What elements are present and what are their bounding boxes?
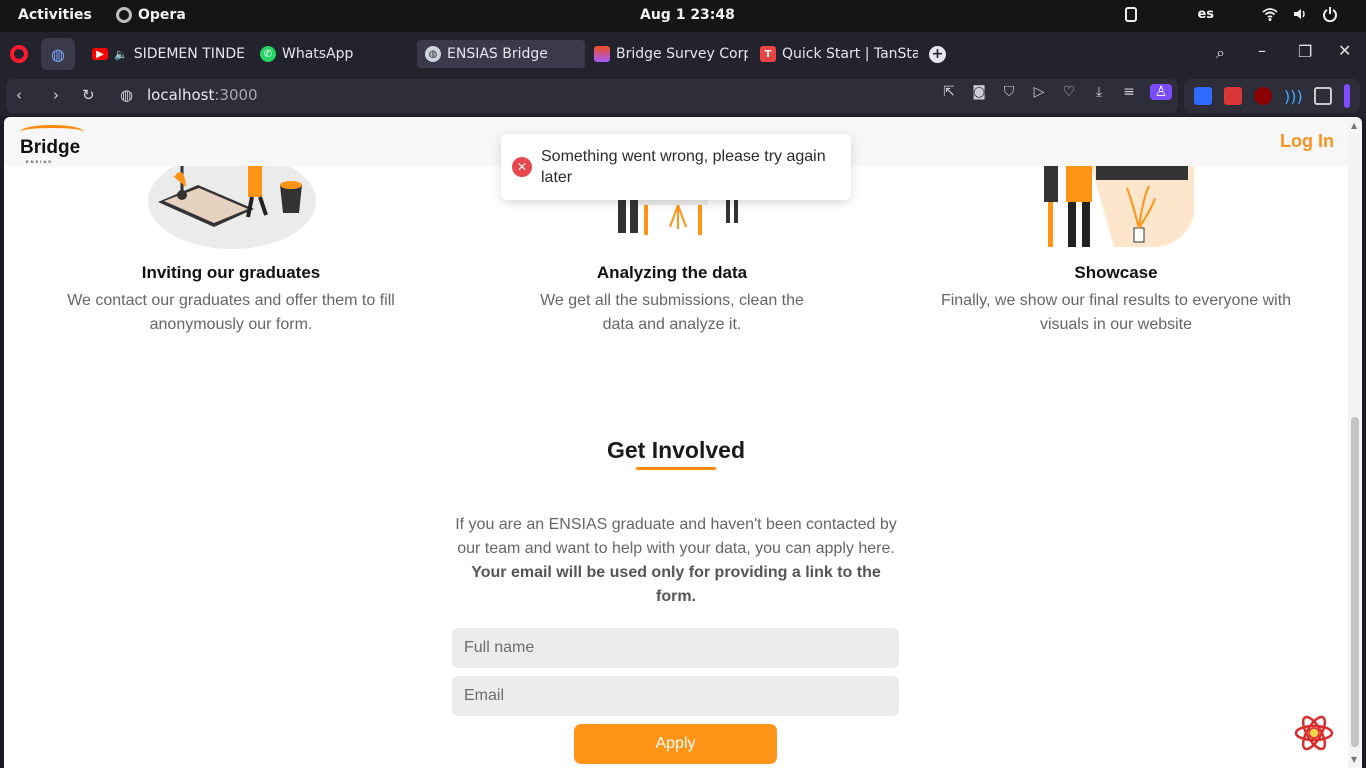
step-inviting: Inviting our graduates We contact our gr…: [31, 263, 431, 337]
email-input[interactable]: [452, 676, 899, 716]
keyboard-layout[interactable]: es: [1197, 7, 1214, 22]
step-title: Analyzing the data: [596, 263, 748, 282]
send-icon[interactable]: ▷: [1030, 84, 1048, 100]
tab-title: Quick Start | TanStac: [782, 46, 918, 62]
url-text[interactable]: localhost:3000: [147, 86, 258, 104]
logo-text: Bridge: [20, 137, 81, 158]
tab-title: ENSIAS Bridge: [447, 46, 548, 62]
sidebar-toggle[interactable]: [1344, 84, 1350, 108]
apply-button[interactable]: Apply: [574, 724, 777, 764]
shield-icon[interactable]: ⛉: [1000, 84, 1018, 100]
power-icon[interactable]: [1322, 6, 1338, 22]
clock[interactable]: Aug 1 23:48: [640, 7, 735, 23]
step-analyzing: Analyzing the data We get all the submis…: [472, 263, 872, 337]
browser-tab-strip: ▶ 🔈 SIDEMEN TINDER ✆ WhatsApp ◍ ENSIAS B…: [0, 32, 1366, 76]
toast-message: Something went wrong, please try again l…: [541, 148, 826, 186]
showcase-illustration: [1044, 162, 1195, 248]
logo-arc: [20, 125, 84, 139]
speaker-icon[interactable]: 🔈: [114, 48, 128, 61]
step-description: Finally, we show our final results to ev…: [940, 292, 1292, 333]
site-info-globe-icon[interactable]: ◍: [120, 86, 133, 104]
app-name: Opera: [138, 7, 186, 23]
intro-text: If you are an ENSIAS graduate and haven'…: [455, 516, 897, 557]
search-tabs-icon[interactable]: ⌕: [1216, 43, 1225, 63]
maximize-icon[interactable]: ❐: [1298, 42, 1312, 61]
profile-icon[interactable]: ♙: [1150, 84, 1172, 100]
login-link[interactable]: Log In: [1280, 131, 1334, 152]
heart-icon[interactable]: ♡: [1060, 84, 1078, 100]
workspace-globe-icon[interactable]: ◍: [41, 38, 75, 70]
whatsapp-icon: ✆: [260, 46, 276, 62]
page-scrollbar[interactable]: ▲ ▼: [1348, 117, 1362, 768]
new-tab-plus-icon[interactable]: +: [929, 46, 946, 63]
clipboard-icon[interactable]: [1123, 6, 1139, 22]
scroll-down-icon[interactable]: ▼: [1351, 755, 1357, 764]
intro-bold-text: Your email will be used only for providi…: [471, 564, 881, 605]
volume-icon[interactable]: [1292, 6, 1308, 22]
page-viewport: Bridge ENSIAS Log In Inviting our gradua…: [4, 117, 1362, 768]
youtube-icon: ▶: [92, 48, 108, 60]
url-port: :3000: [214, 86, 258, 104]
title-underline: [636, 467, 716, 470]
download-icon[interactable]: ⤓: [1090, 84, 1108, 100]
logo-subtext: ENSIAS: [26, 159, 53, 164]
tab-sidemen[interactable]: ▶ 🔈 SIDEMEN TINDER: [84, 40, 244, 68]
get-involved-intro: If you are an ENSIAS graduate and haven'…: [450, 513, 902, 609]
bitwarden-extension-icon[interactable]: [1194, 87, 1212, 105]
wave-extension-icon[interactable]: ))): [1284, 87, 1303, 106]
tab-tanstack[interactable]: T Quick Start | TanStac: [752, 40, 918, 68]
app-menu[interactable]: Opera: [116, 7, 186, 23]
step-description: We get all the submissions, clean the da…: [540, 292, 804, 333]
react-devtools-icon[interactable]: [1294, 713, 1334, 753]
address-tools: ⇱ ◙ ⛉ ▷ ♡ ⤓ ≡ ♙: [940, 84, 1172, 100]
ublock-extension-icon[interactable]: [1254, 87, 1272, 105]
camera-icon[interactable]: ◙: [970, 84, 988, 100]
extensions-area: ))): [1184, 79, 1360, 113]
settings-sliders-icon[interactable]: ≡: [1120, 84, 1138, 100]
tab-whatsapp[interactable]: ✆ WhatsApp: [252, 40, 402, 68]
step-showcase: Showcase Finally, we show our final resu…: [916, 263, 1316, 337]
step-description: We contact our graduates and offer them …: [67, 292, 395, 333]
close-window-icon[interactable]: ✕: [1338, 41, 1351, 60]
share-icon[interactable]: ⇱: [940, 84, 958, 100]
graduates-illustration: [148, 157, 316, 249]
error-toast[interactable]: ✕ Something went wrong, please try again…: [501, 134, 851, 200]
scroll-up-icon[interactable]: ▲: [1351, 121, 1357, 130]
tanstack-icon: T: [760, 46, 776, 62]
tab-title: Bridge Survey Corps: [616, 46, 748, 62]
scroll-thumb[interactable]: [1351, 417, 1359, 747]
step-title: Inviting our graduates: [141, 263, 321, 282]
full-name-input[interactable]: [452, 628, 899, 668]
tab-title: SIDEMEN TINDER: [133, 46, 244, 62]
activities-button[interactable]: Activities: [18, 7, 92, 23]
tab-bridge-survey[interactable]: Bridge Survey Corps: [586, 40, 748, 68]
system-top-bar: Activities Opera Aug 1 23:48 es: [0, 0, 1366, 32]
error-x-icon: ✕: [512, 157, 532, 177]
analyzing-illustration: [618, 195, 738, 235]
forward-icon[interactable]: ›: [53, 86, 59, 104]
system-tray[interactable]: es: [1123, 6, 1338, 22]
opera-menu-icon[interactable]: [10, 45, 28, 63]
address-bar: ‹ › ↻ ◍ localhost:3000 ⇱ ◙ ⛉ ▷ ♡ ⤓ ≡ ♙ )…: [0, 76, 1366, 116]
url-host: localhost: [147, 86, 215, 104]
opera-app-icon: [116, 7, 132, 23]
back-icon[interactable]: ‹: [16, 86, 22, 104]
tab-title: WhatsApp: [282, 46, 354, 62]
reload-icon[interactable]: ↻: [82, 86, 95, 104]
globe-icon: ◍: [425, 46, 441, 62]
cube-extension-icon[interactable]: [1314, 87, 1332, 105]
step-title: Showcase: [1074, 263, 1158, 282]
extension-red-icon[interactable]: [1224, 87, 1242, 105]
tab-ensias-bridge[interactable]: ◍ ENSIAS Bridge: [417, 40, 585, 68]
minimize-icon[interactable]: –: [1258, 41, 1266, 60]
figma-icon: [594, 46, 610, 62]
get-involved-title: Get Involved: [606, 437, 746, 463]
site-logo[interactable]: Bridge ENSIAS: [20, 125, 84, 164]
wifi-icon[interactable]: [1262, 6, 1278, 22]
